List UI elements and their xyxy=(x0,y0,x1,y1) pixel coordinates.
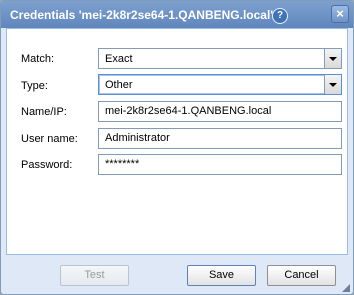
name-ip-input[interactable]: mei-2k8r2se64-1.QANBENG.local xyxy=(98,101,342,122)
type-value: Other xyxy=(105,79,133,91)
credentials-dialog: Credentials 'mei-2k8r2se64-1.QANBENG.loc… xyxy=(0,0,354,295)
close-icon[interactable]: × xyxy=(331,5,349,23)
match-select[interactable]: Exact xyxy=(98,48,342,69)
name-ip-label: Name/IP: xyxy=(21,106,67,118)
password-input[interactable]: ******** xyxy=(98,154,342,175)
test-button[interactable]: Test xyxy=(60,265,129,286)
type-select[interactable]: Other xyxy=(98,74,342,95)
cancel-button[interactable]: Cancel xyxy=(267,265,336,286)
button-bar: Test Save Cancel xyxy=(1,255,353,294)
type-label: Type: xyxy=(21,80,48,92)
match-label: Match: xyxy=(21,53,55,65)
password-label: Password: xyxy=(21,159,73,171)
help-icon[interactable]: ? xyxy=(272,8,288,24)
dropdown-arrow-icon[interactable] xyxy=(324,49,341,68)
match-value: Exact xyxy=(105,53,133,65)
user-name-input[interactable]: Administrator xyxy=(98,128,342,149)
user-name-label: User name: xyxy=(21,133,78,145)
dropdown-arrow-icon[interactable] xyxy=(324,75,341,94)
dialog-title: Credentials 'mei-2k8r2se64-1.QANBENG.loc… xyxy=(10,8,274,22)
resize-grip-icon[interactable] xyxy=(342,284,350,292)
form-panel: Match: Exact Type: Other Name/IP: mei-2k… xyxy=(6,28,348,255)
title-bar[interactable]: Credentials 'mei-2k8r2se64-1.QANBENG.loc… xyxy=(1,1,353,28)
save-button[interactable]: Save xyxy=(187,265,256,286)
